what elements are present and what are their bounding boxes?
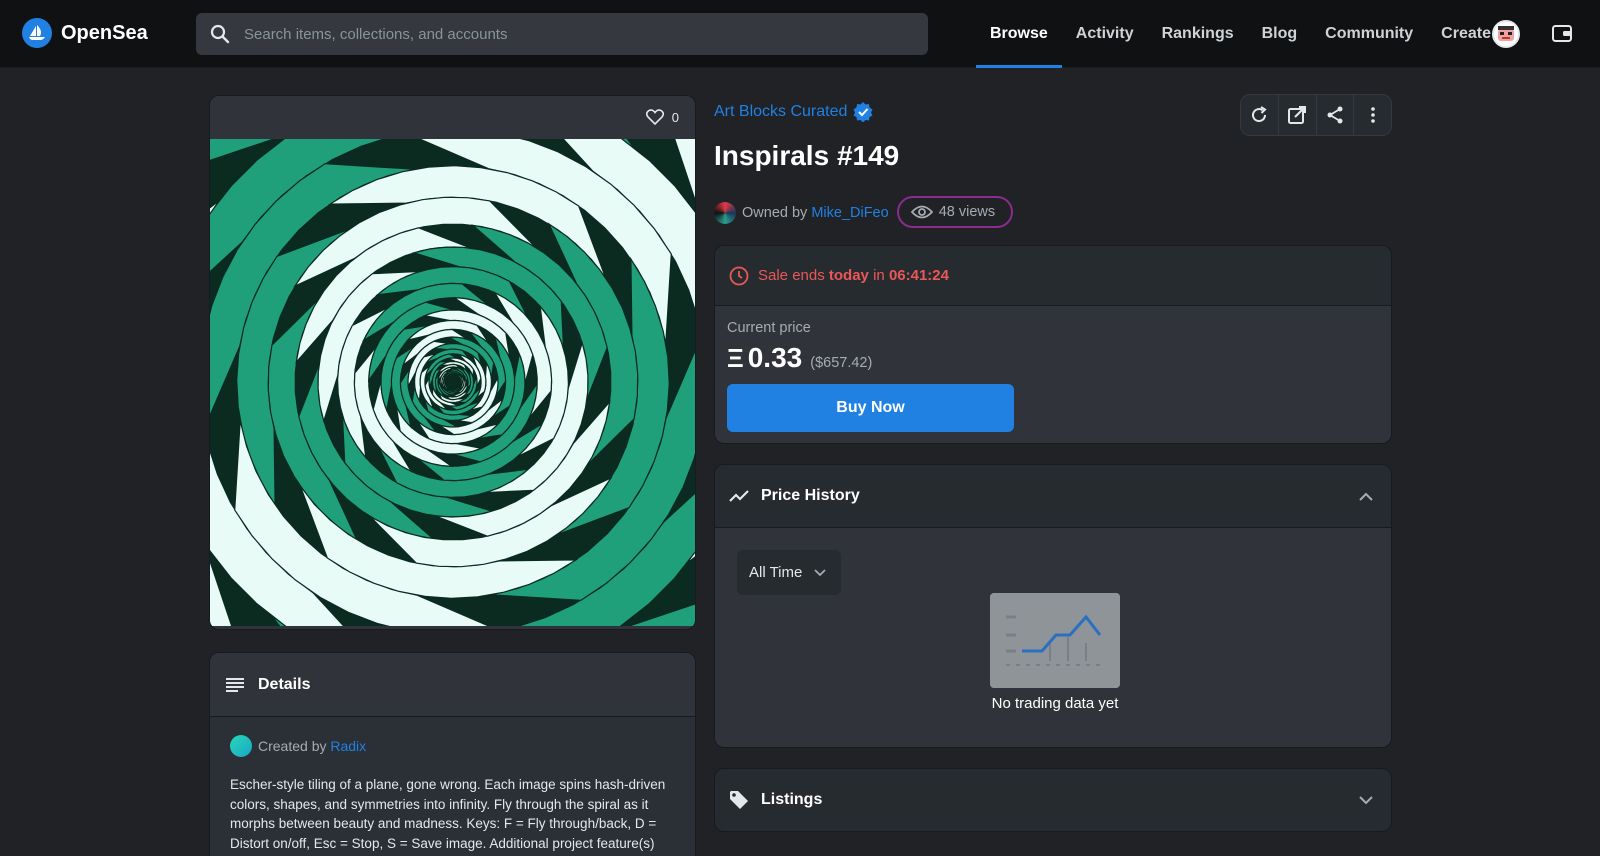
external-link-button[interactable] [1279,95,1317,135]
item-media-card: 0 [209,95,696,630]
time-range-select[interactable]: All Time [737,550,841,595]
favorite-count: 0 [671,109,679,125]
nav-link-community[interactable]: Community [1311,0,1427,68]
no-trading-data-text: No trading data yet [991,695,1119,712]
share-icon [1327,106,1343,124]
nav-link-rankings[interactable]: Rankings [1148,0,1248,68]
share-button[interactable] [1317,95,1355,135]
listings-panel: Listings [714,768,1392,832]
search-icon [210,24,230,44]
owner-link[interactable]: Mike_DiFeo [811,205,888,221]
opensea-logo[interactable]: OpenSea [22,18,148,48]
sale-panel: Sale ends today in 06:41:24 Current pric… [714,245,1392,444]
details-title: Details [258,675,311,693]
price-row: Ξ 0.33 ($657.42) [727,342,1379,374]
listings-title: Listings [761,791,823,808]
price-history-panel: Price History All Time No trading data y… [714,464,1392,748]
tag-icon [730,791,748,809]
collection-link[interactable]: Art Blocks Curated [714,102,873,122]
search-input[interactable] [244,25,884,43]
details-list-icon [226,677,244,692]
more-vertical-icon [1370,107,1375,123]
nav-link-blog[interactable]: Blog [1248,0,1312,68]
collection-name: Art Blocks Curated [714,103,848,120]
sale-ends-label: Sale ends [758,267,825,284]
chevron-down-icon[interactable] [1359,795,1373,805]
owned-by-label: Owned by [742,205,808,221]
search-bar[interactable] [196,13,928,55]
details-panel: Details Created by Radix Escher-style ti… [209,652,696,856]
created-by-row: Created by Radix [230,735,675,757]
wallet-icon[interactable] [1552,24,1572,42]
brand-name: OpenSea [61,21,148,44]
sale-countdown: Sale ends today in 06:41:24 [715,246,1391,306]
item-actions [1240,94,1392,136]
price-section: Current price Ξ 0.33 ($657.42) Buy Now [715,306,1391,443]
view-count: 48 views [896,196,1014,228]
heart-icon[interactable] [645,109,664,125]
price-usd: ($657.42) [810,355,873,371]
time-range-value: All Time [749,564,803,581]
view-count-text: 48 views [938,204,996,220]
refresh-button[interactable] [1241,95,1279,135]
nav-link-browse[interactable]: Browse [976,0,1062,68]
buy-now-button[interactable]: Buy Now [727,384,1014,432]
price-value: 0.33 [747,342,803,373]
verified-badge-icon [853,102,873,122]
eth-icon: Ξ [727,343,744,373]
creator-link[interactable]: Radix [330,738,366,754]
sale-ends-in: in [873,267,885,284]
creator-avatar[interactable] [230,735,252,757]
refresh-icon [1252,106,1267,123]
nav-link-activity[interactable]: Activity [1062,0,1148,68]
item-title: Inspirals #149 [714,140,900,171]
trending-icon [729,490,749,502]
sale-ends-time: 06:41:24 [888,267,949,284]
top-nav: OpenSea Browse Activity Rankings Blog Co… [0,0,1600,68]
more-options-button[interactable] [1354,95,1391,135]
opensea-logo-icon [22,18,52,48]
details-body: Created by Radix Escher-style tiling of … [210,717,695,856]
nav-links: Browse Activity Rankings Blog Community … [976,0,1505,68]
eye-icon [910,205,933,219]
current-price-label: Current price [727,320,811,336]
price-history-header[interactable]: Price History [715,465,1391,528]
clock-icon [729,266,749,285]
price-history-title: Price History [761,487,860,504]
external-link-icon [1288,106,1307,124]
listings-header[interactable]: Listings [715,769,1391,831]
chevron-up-icon[interactable] [1359,492,1373,501]
empty-chart-illustration [990,593,1120,688]
item-description: Escher-style tiling of a plane, gone wro… [230,777,666,851]
item-artwork[interactable] [210,139,696,626]
owner-avatar[interactable] [714,202,736,224]
details-header[interactable]: Details [210,653,695,717]
owner-row: Owned by Mike_DiFeo 48 views [714,196,1014,228]
sale-ends-day: today [828,267,869,284]
media-header: 0 [210,96,695,138]
created-by-label: Created by [258,738,327,754]
profile-avatar[interactable] [1492,20,1520,48]
chevron-down-icon [814,568,826,576]
